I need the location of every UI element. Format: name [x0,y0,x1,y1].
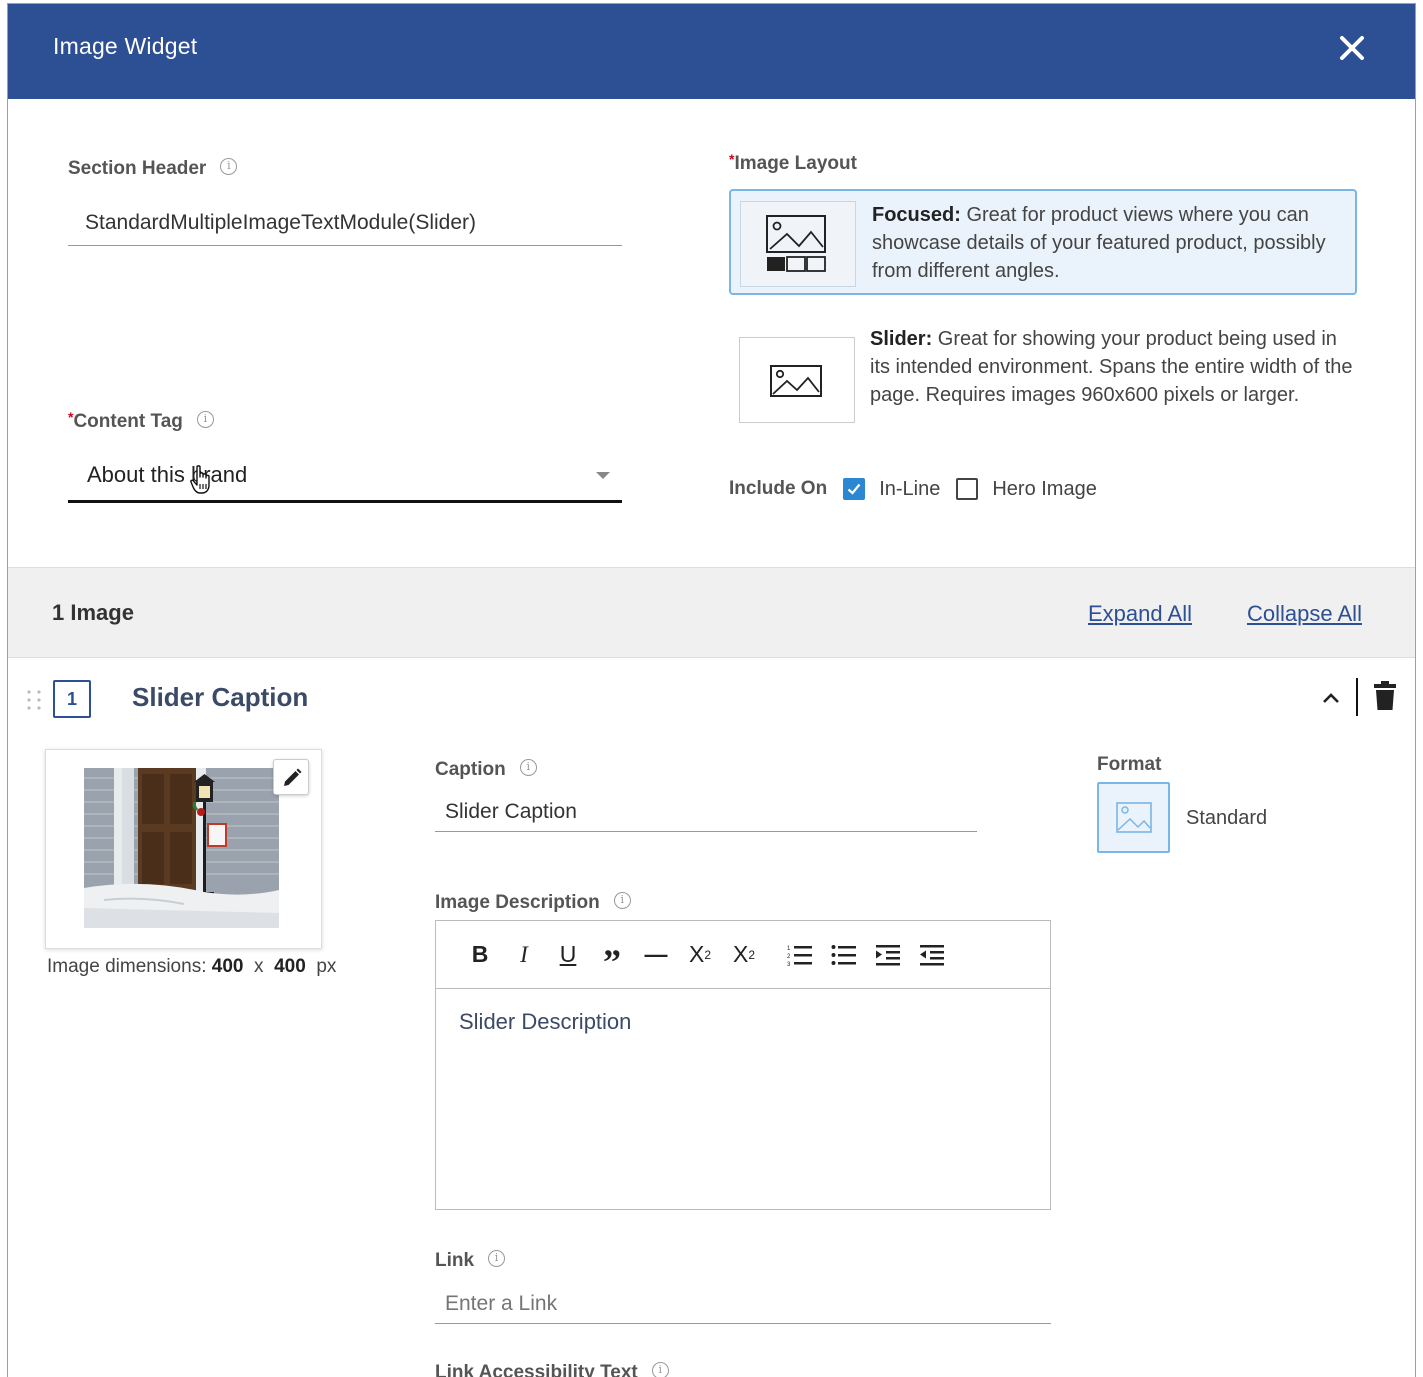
image-width: 400 [211,956,244,977]
outdent-icon [920,944,944,965]
horizontal-rule-button[interactable]: — [634,935,678,975]
superscript-x: X [732,941,749,967]
svg-text:2: 2 [787,954,791,960]
superscript-button[interactable]: X2 [722,935,766,975]
ordered-list-icon: 1 2 3 [787,945,812,966]
info-icon[interactable]: i [519,759,537,777]
dimensions-times: x [254,956,264,977]
underline-button[interactable]: U [546,935,590,975]
bullet-list-icon [831,944,856,965]
subscript-button[interactable]: X2 [678,935,722,975]
layout-option-focused[interactable]: Focused: Great for product views where y… [729,189,1357,295]
link-accessibility-label-text: Link Accessibility Text [435,1362,638,1377]
include-on-group: Include On In-Line Hero Image [729,474,1113,504]
link-input[interactable] [435,1284,1051,1324]
info-icon[interactable]: i [613,892,631,910]
focused-layout-description: Focused: Great for product views where y… [872,201,1357,285]
image-count: 1 Image [52,600,134,625]
item-number: 1 [53,680,91,718]
trash-icon[interactable] [1372,680,1398,712]
info-icon[interactable]: i [488,1250,506,1268]
svg-text:1: 1 [787,946,791,952]
image-layout-label-text: Image Layout [734,153,857,174]
content-tag-value: About this brand [87,462,248,487]
inline-checkbox[interactable] [843,478,866,500]
content-tag-select[interactable]: About this brand [68,450,622,503]
indent-icon [876,944,900,965]
info-icon[interactable]: i [651,1362,669,1377]
image-height: 400 [274,956,306,977]
link-accessibility-label: Link Accessibility Text i [435,1362,669,1377]
slider-layout-name: Slider: [870,328,933,350]
include-on-label: Include On [729,478,828,499]
section-header-label: Section Header i [68,158,238,180]
caption-input[interactable] [435,792,977,832]
divider [1356,678,1358,716]
slider-layout-text: Great for showing your product being use… [870,328,1353,406]
content-tag-label: *Content Tag i [68,409,214,433]
info-icon[interactable]: i [220,158,238,176]
outdent-button[interactable] [910,935,954,975]
dimensions-prefix: Image dimensions: [47,956,212,977]
subscript-mark: 2 [704,947,712,962]
dialog-title: Image Widget [53,33,198,59]
description-text[interactable]: Slider Description [459,1009,631,1035]
close-icon[interactable] [1334,30,1370,66]
inline-label: In-Line [879,477,941,500]
image-item-header: 1 Slider Caption [8,676,1415,720]
image-layout-label: *Image Layout [729,151,857,175]
focused-layout-name: Focused: [872,204,961,226]
svg-text:3: 3 [787,962,791,966]
expand-all-link[interactable]: Expand All [1088,601,1192,627]
hand-cursor-icon [190,465,210,494]
hero-image-checkbox[interactable] [956,478,979,500]
rich-text-editor: B I U ” — X2 X2 1 2 3 Slider Description [435,920,1051,1210]
ordered-list-button[interactable]: 1 2 3 [778,935,822,975]
bold-button[interactable]: B [458,935,502,975]
subscript-x: X [688,941,705,967]
dialog-header: Image Widget [8,4,1415,99]
link-label-text: Link [435,1250,475,1271]
image-thumbnail-card [45,749,322,949]
hero-image-label: Hero Image [992,477,1097,500]
caption-label-text: Caption [435,759,506,780]
image-description-label: Image Description i [435,892,631,914]
check-icon [847,483,861,495]
italic-button[interactable]: I [502,935,546,975]
chevron-up-icon[interactable] [1319,686,1343,710]
pencil-icon [284,768,302,786]
item-title: Slider Caption [132,682,309,712]
section-header-input[interactable] [68,200,622,246]
content-tag-label-text: Content Tag [73,411,183,432]
section-header-label-text: Section Header [68,158,207,179]
images-section-bar: 1 Image Expand All Collapse All [8,567,1415,658]
image-icon [1116,802,1152,833]
layout-option-slider[interactable]: Slider: Great for showing your product b… [729,322,1357,442]
link-label: Link i [435,1250,506,1272]
format-label: Format [1097,754,1162,775]
bullet-list-button[interactable] [822,935,866,975]
image-widget-dialog: Image Widget Section Headeri *Content Ta… [7,3,1416,1377]
required-mark: * [68,409,74,425]
drag-handle-icon[interactable] [24,688,44,712]
caret-down-icon [596,472,610,479]
editor-toolbar: B I U ” — X2 X2 1 2 3 [436,921,1050,989]
dimensions-unit: px [316,956,337,977]
caption-label: Caption i [435,759,537,781]
required-mark: * [729,151,735,167]
indent-button[interactable] [866,935,910,975]
collapse-all-link[interactable]: Collapse All [1247,601,1362,627]
focused-layout-icon [740,201,856,287]
product-photo [84,768,279,928]
info-icon[interactable]: i [196,411,214,429]
edit-image-button[interactable] [273,759,309,795]
slider-layout-icon [739,337,855,423]
format-standard-option[interactable] [1097,782,1170,853]
image-dimensions: Image dimensions: 400 x 400 px [47,956,336,978]
image-description-label-text: Image Description [435,892,600,913]
superscript-mark: 2 [748,947,756,962]
format-value: Standard [1186,807,1268,829]
slider-layout-description: Slider: Great for showing your product b… [870,325,1355,409]
quote-button[interactable]: ” [590,935,634,982]
